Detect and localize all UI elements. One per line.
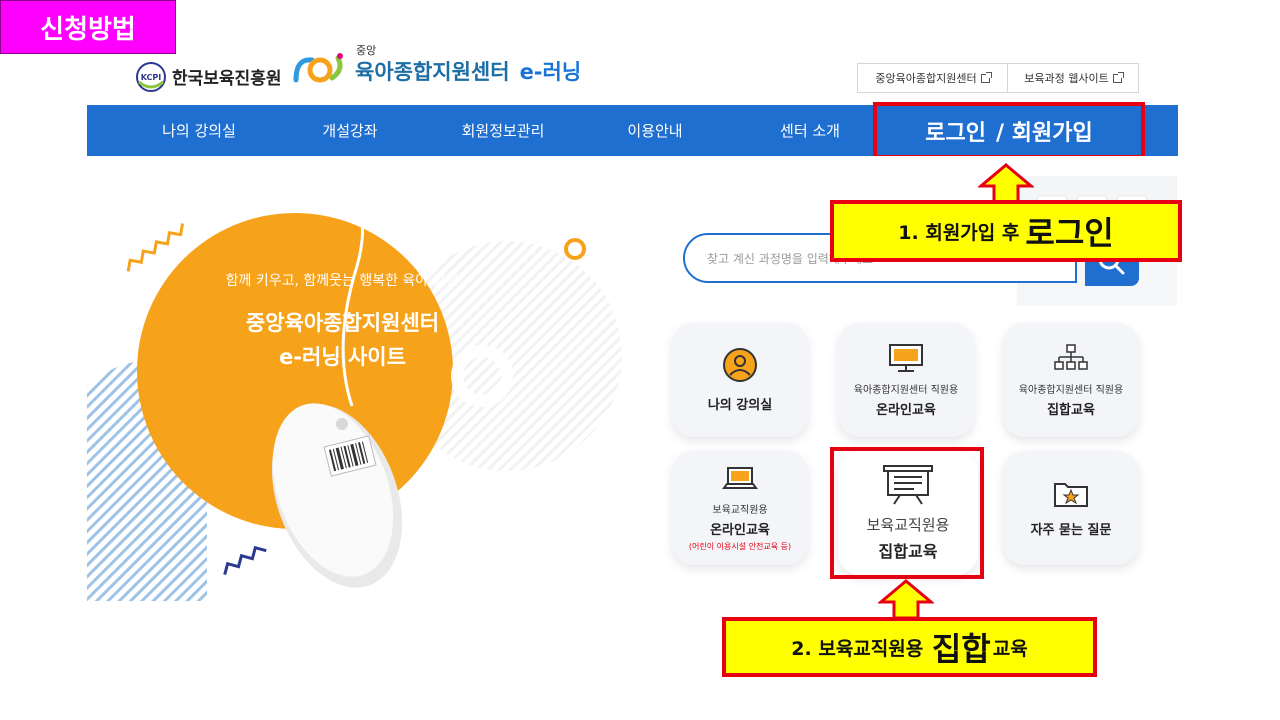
join-link[interactable]: / 회원가입: [996, 115, 1093, 147]
star-folder-icon: [1054, 483, 1088, 507]
arrow-up-icon: [978, 163, 1034, 204]
center-logo-icon: [293, 53, 343, 83]
tile-sublabel: 보육교직원용: [712, 504, 768, 516]
tile-sublabel: 육아종합지원센터 직원용: [1018, 384, 1124, 396]
orange-ring: [564, 238, 586, 260]
monitor-icon: [889, 343, 923, 372]
navy-squiggle: [223, 545, 267, 576]
tile-faq[interactable]: 자주 묻는 질문: [1003, 451, 1139, 565]
kcpi-badge-text: KCPI: [141, 73, 162, 82]
login-link[interactable]: 로그인: [925, 115, 986, 147]
callout-step1: 1. 회원가입 후 로그인: [830, 200, 1182, 262]
hero-title-line1: 중앙육아종합지원센터: [245, 311, 440, 335]
hero-title: 중앙육아종합지원센터 e-러닝 사이트: [200, 306, 485, 374]
callout-step2-suffix: 교육: [992, 637, 1028, 660]
callout-step2-prefix: 2. 보육교직원용: [791, 637, 924, 660]
orange-squiggle: [126, 223, 185, 272]
tile-label: 집합교육: [1047, 402, 1095, 418]
external-link-curriculum[interactable]: 보육과정 웹사이트: [1007, 63, 1139, 93]
tile-sublabel: 육아종합지원센터 직원용: [853, 384, 959, 396]
org-name: 한국보육진흥원: [172, 69, 282, 89]
tile-center-online[interactable]: 육아종합지원센터 직원용 온라인교육: [838, 323, 974, 437]
kcpi-logo: KCPI: [136, 62, 166, 92]
user-circle-icon: [723, 348, 757, 382]
tile-label: 온라인교육: [876, 402, 936, 418]
center-name-text: 육아종합지원센터: [355, 60, 510, 84]
slide-title: 신청방법: [0, 0, 176, 54]
laptop-icon: [722, 466, 758, 489]
callout-step2-emphasis: 집합: [931, 630, 991, 668]
nav-item-courses[interactable]: 개설강좌: [290, 105, 410, 156]
callout-step1-emphasis: 로그인: [1025, 214, 1114, 252]
tile-teacher-online[interactable]: 보육교직원용 온라인교육 (어린이 이용시설 안전교육 등): [672, 451, 808, 565]
nav-item-guide[interactable]: 이용안내: [600, 105, 710, 156]
highlight-box-group-education: [830, 447, 984, 579]
hero-subtitle: 함께 키우고, 함께웃는 행복한 육아 실현: [225, 273, 459, 289]
center-name[interactable]: 육아종합지원센터 e-러닝: [355, 56, 581, 86]
nav-item-my-classroom[interactable]: 나의 강의실: [130, 105, 268, 156]
tile-center-group[interactable]: 육아종합지원센터 직원용 집합교육: [1003, 323, 1139, 437]
arrow-up-icon: [878, 579, 934, 620]
nav-item-member-info[interactable]: 회원정보관리: [440, 105, 566, 156]
tile-note: (어린이 이용시설 안전교육 등): [688, 541, 792, 551]
external-link-icon: [980, 71, 992, 83]
external-link-label: 보육과정 웹사이트: [1024, 72, 1109, 85]
tile-my-classroom[interactable]: 나의 강의실: [672, 323, 808, 437]
nav-item-about[interactable]: 센터 소개: [755, 105, 865, 156]
tile-label: 나의 강의실: [707, 398, 773, 413]
hero-title-line2: e-러닝 사이트: [279, 345, 406, 369]
tile-label: 자주 묻는 질문: [1030, 523, 1112, 538]
elearning-label: e-러닝: [519, 60, 582, 84]
login-join-button[interactable]: 로그인 / 회원가입: [873, 102, 1145, 159]
external-link-center[interactable]: 중앙육아종합지원센터: [857, 63, 1008, 93]
callout-step1-prefix: 1. 회원가입 후: [898, 221, 1020, 244]
external-link-label: 중앙육아종합지원센터: [875, 72, 977, 85]
external-link-icon: [1112, 71, 1124, 83]
tile-label: 온라인교육: [710, 522, 770, 538]
callout-step2: 2. 보육교직원용 집합 교육: [722, 617, 1097, 677]
org-chart-icon: [1054, 343, 1088, 370]
